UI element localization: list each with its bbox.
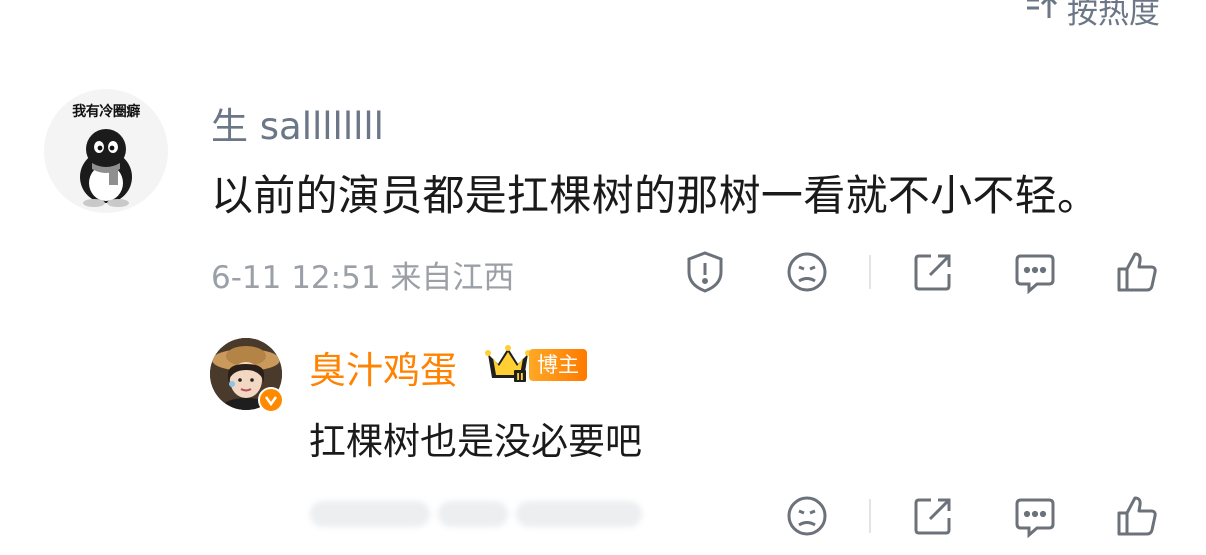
avatar[interactable]: 我有冷圈癖	[44, 89, 168, 213]
like-icon[interactable]	[1115, 494, 1159, 538]
dislike-icon[interactable]	[785, 494, 829, 538]
share-icon[interactable]	[911, 250, 955, 294]
sort-label: 按热度	[1067, 0, 1160, 31]
comment-location: 来自江西	[390, 260, 515, 296]
verified-badge-icon	[258, 387, 284, 413]
reply-text: 扛棵树也是没必要吧	[309, 420, 642, 463]
dislike-icon[interactable]	[785, 250, 829, 294]
like-icon[interactable]	[1115, 250, 1159, 294]
comment-icon[interactable]	[1013, 494, 1057, 539]
divider	[869, 255, 871, 289]
comment-username[interactable]: 生 sallllllll	[211, 96, 384, 150]
avatar-caption: 我有冷圈癖	[72, 104, 140, 120]
reply-username[interactable]: 臭汁鸡蛋	[309, 340, 457, 394]
share-icon[interactable]	[911, 494, 955, 538]
penguin-avatar-icon	[80, 129, 132, 207]
crown-level: II	[516, 372, 523, 383]
crown-icon: II	[484, 344, 532, 384]
sort-icon	[1025, 0, 1059, 24]
report-icon[interactable]	[683, 250, 727, 294]
comment-meta: 6-11 12:51 来自江西	[211, 252, 514, 297]
blogger-badge: 博主	[529, 349, 587, 381]
comment-icon[interactable]	[1013, 250, 1057, 295]
comment-text: 以前的演员都是扛棵树的那树一看就不小不轻。	[211, 171, 1100, 220]
comment-time: 6-11 12:51	[211, 260, 381, 296]
divider	[869, 499, 871, 533]
sort-by-hot-button[interactable]: 按热度	[1025, 0, 1160, 31]
reply-meta-blurred	[306, 495, 646, 533]
